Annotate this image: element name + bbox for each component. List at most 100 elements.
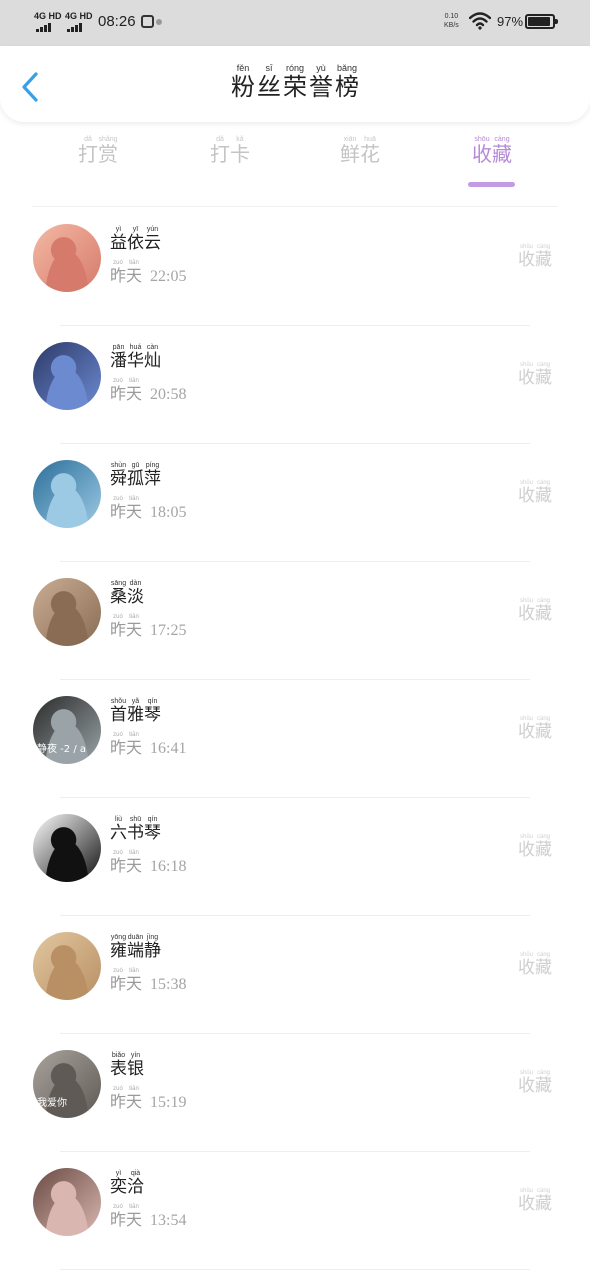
- tab-xianhua-label-char: 花huā: [360, 136, 380, 166]
- day-label-pinyin: tiān: [126, 1086, 143, 1092]
- tab-daka[interactable]: 打dǎ卡kǎ: [200, 136, 260, 167]
- timestamp: 昨zuó天tiān 15:38: [110, 968, 186, 994]
- time-value: 16:18: [150, 858, 187, 875]
- tab-shoucang[interactable]: 收shōu藏cáng: [462, 136, 522, 167]
- user-name-pinyin: qín: [144, 698, 161, 705]
- user-name-pinyin: jìng: [144, 934, 161, 941]
- user-name-pinyin: qín: [144, 816, 161, 823]
- avatar-caption: 我爱你: [37, 1098, 67, 1109]
- day-label-char: 昨zuó: [110, 378, 127, 403]
- favorite-label-char: 藏cáng: [535, 716, 552, 742]
- avatar[interactable]: 静夜 -2 / a: [33, 696, 101, 764]
- page-title-char: 丝sī: [257, 63, 281, 101]
- day-label-char: 昨zuó: [110, 1086, 127, 1111]
- avatar[interactable]: [33, 578, 101, 646]
- tab-xianhua[interactable]: 鲜xiān花huā: [330, 136, 390, 167]
- favorite-label-char: 藏cáng: [535, 952, 552, 978]
- network-signal-icon: 4G HD: [34, 12, 62, 32]
- user-name-char: 静jìng: [144, 934, 161, 961]
- time-value: 15:19: [150, 1094, 187, 1111]
- tab-xianhua-label-pinyin: huā: [360, 136, 380, 143]
- user-name-pinyin: yōng: [110, 934, 127, 941]
- timestamp: 昨zuó天tiān 18:05: [110, 496, 186, 522]
- user-name-char: 首shǒu: [110, 698, 127, 725]
- active-tab-indicator: [468, 182, 515, 187]
- favorite-label: 收shōu藏cáng: [518, 834, 552, 860]
- list-item[interactable]: 奕yì洽qià 昨zuó天tiān13:54 收shōu藏cáng: [0, 1152, 590, 1270]
- list-item[interactable]: 我爱你 表biǎo银yín 昨zuó天tiān15:19 收shōu藏cáng: [0, 1034, 590, 1152]
- timestamp: 昨zuó天tiān 20:58: [110, 378, 186, 404]
- battery-percentage: 97%: [497, 14, 524, 29]
- list-item[interactable]: 潘pān华huá灿càn 昨zuó天tiān 20:58 收shōu藏cáng: [0, 326, 590, 444]
- favorite-label-char: 藏cáng: [535, 1188, 552, 1214]
- favorite-label-pinyin: shōu: [518, 480, 535, 486]
- favorite-label: 收shōu藏cáng: [518, 716, 552, 742]
- network-speed-value: 0.10: [444, 13, 459, 20]
- favorite-label: 收shōu藏cáng: [518, 1188, 552, 1214]
- list-item[interactable]: 益yì依yī云yún 昨zuó天tiān 22:05 收shōu藏cáng: [0, 208, 590, 326]
- day-label-char: 昨zuó: [110, 614, 127, 639]
- favorite-label-char: 藏cáng: [535, 1070, 552, 1096]
- timestamp: 昨zuó天tiān 13:54: [110, 1204, 186, 1230]
- avatar[interactable]: [33, 224, 101, 292]
- favorite-label-char: 收shōu: [518, 1070, 535, 1096]
- tab-bar: 打dǎ赏shǎng 打dǎ卡kǎ 鲜xiān花huā 收shōu藏cáng: [0, 136, 590, 192]
- wifi-icon: [469, 12, 491, 30]
- timestamp: 昨zuó天tiān 16:18: [110, 850, 186, 876]
- user-name-pinyin: biǎo: [110, 1052, 127, 1059]
- user-name: 首shǒu雅yǎ琴qín: [110, 698, 161, 725]
- avatar[interactable]: [33, 814, 101, 882]
- day-label-pinyin: zuó: [110, 732, 126, 738]
- avatar[interactable]: 我爱你: [33, 1050, 101, 1118]
- avatar[interactable]: [33, 342, 101, 410]
- user-name-char: 舜shùn: [110, 462, 127, 489]
- favorite-label-pinyin: shōu: [518, 1070, 535, 1076]
- tab-xianhua-label-char: 鲜xiān: [340, 136, 360, 166]
- user-name-pinyin: pān: [110, 344, 127, 351]
- page-header: 粉fěn丝sī荣róng誉yù榜bǎng: [0, 46, 590, 122]
- timestamp: 昨zuó天tiān 22:05: [110, 260, 186, 286]
- list-item[interactable]: 静夜 -2 / a 首shǒu雅yǎ琴qín 昨zuó天tiān 16:41 收shōu…: [0, 680, 590, 798]
- day-label-char: 昨zuó: [110, 968, 127, 993]
- day-label-char: 昨zuó: [110, 496, 127, 521]
- user-name-char: 萍píng: [144, 462, 161, 489]
- page-title-pinyin: róng: [283, 63, 307, 73]
- time-value: 20:58: [150, 386, 187, 403]
- favorite-label: 收shōu藏cáng: [518, 1070, 552, 1096]
- favorite-label-char: 藏cáng: [535, 244, 552, 270]
- time-value: 13:54: [150, 1212, 187, 1229]
- day-label-pinyin: tiān: [126, 732, 143, 738]
- day-label-char: 天tiān: [126, 968, 143, 993]
- day-label-char: 天tiān: [126, 850, 143, 875]
- user-name-char: 华huá: [127, 344, 144, 371]
- favorite-label: 收shōu藏cáng: [518, 244, 552, 270]
- time-value: 16:41: [150, 740, 187, 757]
- user-name-char: 雍yōng: [110, 934, 127, 961]
- list-item[interactable]: 雍yōng端duān静jìng 昨zuó天tiān 15:38 收shōu藏cáng: [0, 916, 590, 1034]
- day-label-pinyin: zuó: [110, 378, 126, 384]
- avatar[interactable]: [33, 460, 101, 528]
- user-name: 奕yì洽qià: [110, 1170, 144, 1197]
- favorite-label-pinyin: shōu: [518, 244, 535, 250]
- user-name-char: 端duān: [127, 934, 144, 961]
- avatar[interactable]: [33, 1168, 101, 1236]
- favorite-label-char: 收shōu: [518, 834, 535, 860]
- tab-dashang[interactable]: 打dǎ赏shǎng: [68, 136, 128, 167]
- day-label-pinyin: tiān: [126, 1204, 143, 1210]
- row-divider: [60, 1269, 530, 1270]
- favorite-label-char: 藏cáng: [535, 480, 552, 506]
- list-item[interactable]: 桑sāng淡dàn 昨zuó天tiān17:25 收shōu藏cáng: [0, 562, 590, 680]
- network-speed-unit: KB/s: [444, 22, 459, 29]
- tab-daka-label-pinyin: kǎ: [230, 136, 250, 143]
- user-name-char: 依yī: [127, 226, 144, 253]
- list-item[interactable]: 六liù书shū琴qín 昨zuó天tiān 16:18 收shōu藏cáng: [0, 798, 590, 916]
- favorite-label-pinyin: cáng: [535, 244, 552, 250]
- favorite-label-pinyin: cáng: [535, 362, 552, 368]
- avatar[interactable]: [33, 932, 101, 1000]
- user-name: 雍yōng端duān静jìng: [110, 934, 161, 961]
- notification-app-icon: [141, 15, 154, 28]
- user-name-char: 表biǎo: [110, 1052, 127, 1079]
- list-item[interactable]: 舜shùn孤gū萍píng 昨zuó天tiān 18:05 收shōu藏cáng: [0, 444, 590, 562]
- day-label-pinyin: tiān: [126, 968, 143, 974]
- day-label-char: 天tiān: [126, 1204, 143, 1229]
